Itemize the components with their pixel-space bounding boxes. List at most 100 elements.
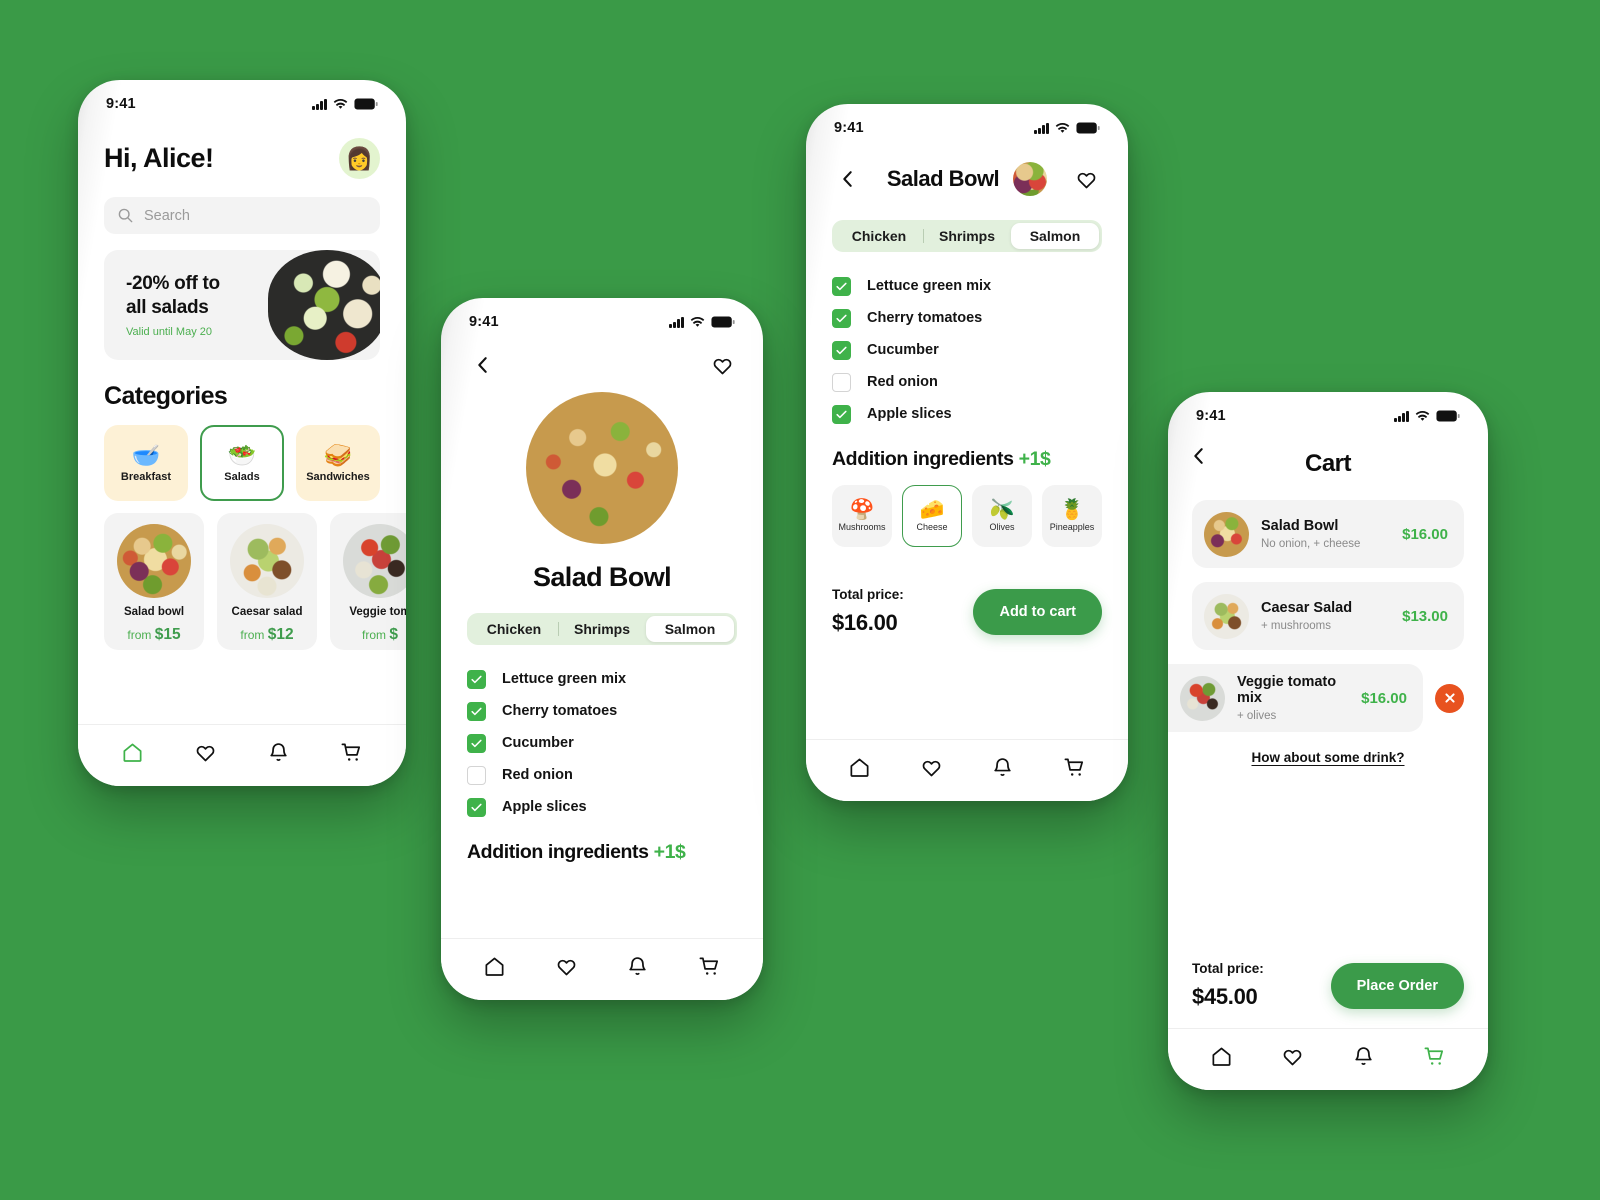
drink-suggestion-link[interactable]: How about some drink?	[1168, 750, 1488, 765]
checkbox-checked[interactable]	[832, 340, 851, 360]
check-icon	[471, 707, 482, 715]
dish-card[interactable]: Salad bowl from $15	[104, 513, 204, 650]
variant-shrimps[interactable]: Shrimps	[923, 223, 1011, 249]
item-image	[1204, 511, 1249, 557]
avatar[interactable]: 👩	[339, 138, 380, 179]
ingredient-label: Red onion	[502, 767, 573, 783]
item-options: + mushrooms	[1261, 620, 1331, 632]
delete-item-button[interactable]	[1435, 683, 1464, 713]
total-label: Total price:	[832, 587, 904, 602]
nav-cart[interactable]	[1423, 1045, 1446, 1068]
status-bar: 9:41	[441, 298, 763, 330]
favorite-button[interactable]	[707, 350, 737, 380]
checkbox-checked[interactable]	[467, 701, 486, 721]
nav-notifications[interactable]	[626, 955, 649, 978]
addition-cheese[interactable]: 🧀 Cheese	[902, 485, 962, 547]
dish-card[interactable]: Veggie tom from $	[330, 513, 406, 650]
nav-notifications[interactable]	[991, 756, 1014, 779]
status-indicators	[312, 98, 378, 110]
addition-pineapples[interactable]: 🍍 Pineapples	[1042, 485, 1102, 547]
check-icon	[836, 314, 847, 322]
status-bar: 9:41	[806, 104, 1128, 136]
cart-item[interactable]: Veggie tomato mix + olives $16.00	[1168, 664, 1423, 732]
addition-olives[interactable]: 🫒 Olives	[972, 485, 1032, 547]
ingredient-row[interactable]: Cucumber	[467, 727, 737, 759]
nav-favorites[interactable]	[194, 741, 217, 764]
back-button[interactable]	[1190, 446, 1207, 471]
variant-shrimps[interactable]: Shrimps	[558, 616, 646, 642]
add-to-cart-button[interactable]: Add to cart	[973, 588, 1102, 635]
cart-content: Cart Salad Bowl No onion, + cheese $16.0…	[1168, 424, 1488, 1028]
category-label: Sandwiches	[306, 470, 370, 483]
nav-favorites[interactable]	[920, 756, 943, 779]
nav-home[interactable]	[848, 756, 871, 779]
variant-chicken[interactable]: Chicken	[470, 616, 558, 642]
wifi-icon	[333, 98, 348, 110]
bottom-nav	[1168, 1028, 1488, 1090]
variant-salmon[interactable]: Salmon	[1011, 223, 1099, 249]
variant-segmented-control: Chicken Shrimps Salmon	[832, 220, 1102, 252]
checkbox-checked[interactable]	[832, 276, 851, 296]
variant-chicken[interactable]: Chicken	[835, 223, 923, 249]
sandwich-icon: 🥪	[323, 441, 353, 468]
phone-detail-screen: 9:41 Salad Bowl Chicken Shrimps Salmon L…	[441, 298, 763, 1000]
screenshot-stage: 9:41 Hi, Alice! 👩 Search -20% off to all…	[0, 0, 1600, 1200]
nav-notifications[interactable]	[1352, 1045, 1375, 1068]
checkbox-checked[interactable]	[467, 669, 486, 689]
nav-favorites[interactable]	[555, 955, 578, 978]
category-sandwiches[interactable]: 🥪 Sandwiches	[296, 425, 380, 501]
nav-home[interactable]	[121, 741, 144, 764]
category-label: Breakfast	[120, 470, 172, 483]
checkbox-unchecked[interactable]	[467, 765, 486, 785]
bottom-nav	[441, 938, 763, 1000]
ingredient-label: Apple slices	[502, 799, 587, 815]
nav-favorites[interactable]	[1281, 1045, 1304, 1068]
place-order-button[interactable]: Place Order	[1330, 962, 1464, 1009]
bottom-nav	[806, 739, 1128, 801]
checkbox-checked[interactable]	[832, 404, 851, 424]
cart-item[interactable]: Salad Bowl No onion, + cheese $16.00	[1192, 500, 1464, 568]
signal-icon	[312, 98, 327, 110]
checkbox-checked[interactable]	[467, 733, 486, 753]
ingredient-row[interactable]: Red onion	[467, 759, 737, 791]
promo-banner[interactable]: -20% off to all salads Valid until May 2…	[104, 250, 380, 360]
nav-notifications[interactable]	[267, 741, 290, 764]
ingredient-label: Lettuce green mix	[867, 278, 992, 294]
ingredient-row[interactable]: Red onion	[832, 366, 1102, 398]
olives-icon: 🫒	[989, 499, 1015, 521]
dish-card[interactable]: Caesar salad from $12	[217, 513, 317, 650]
mushroom-icon: 🍄	[849, 499, 875, 521]
nav-cart[interactable]	[698, 955, 721, 978]
category-salads[interactable]: 🥗 Salads	[200, 425, 284, 501]
cart-footer: Total price: $45.00 Place Order	[1168, 961, 1488, 1028]
title-group: Salad Bowl	[887, 162, 1048, 196]
ingredient-row[interactable]: Cherry tomatoes	[832, 302, 1102, 334]
ingredient-row[interactable]: Lettuce green mix	[467, 663, 737, 695]
ingredient-row[interactable]: Apple slices	[832, 398, 1102, 430]
search-input[interactable]: Search	[104, 197, 380, 234]
battery-icon	[354, 98, 378, 110]
ingredient-row[interactable]: Apple slices	[467, 791, 737, 823]
variant-segmented-control: Chicken Shrimps Salmon	[467, 613, 737, 645]
nav-home[interactable]	[1210, 1045, 1233, 1068]
ingredient-row[interactable]: Lettuce green mix	[832, 270, 1102, 302]
category-breakfast[interactable]: 🥣 Breakfast	[104, 425, 188, 501]
home-screen: Hi, Alice! 👩 Search -20% off to all sala…	[78, 112, 406, 786]
nav-cart[interactable]	[1063, 756, 1086, 779]
cart-item[interactable]: Caesar Salad + mushrooms $13.00	[1192, 582, 1464, 650]
checkbox-unchecked[interactable]	[832, 372, 851, 392]
nav-cart[interactable]	[340, 741, 363, 764]
favorite-button[interactable]	[1072, 164, 1102, 194]
variant-salmon[interactable]: Salmon	[646, 616, 734, 642]
back-button[interactable]	[832, 164, 862, 194]
checkbox-checked[interactable]	[832, 308, 851, 328]
nav-home[interactable]	[483, 955, 506, 978]
signal-icon	[1394, 410, 1409, 422]
ingredient-row[interactable]: Cucumber	[832, 334, 1102, 366]
back-button[interactable]	[467, 350, 497, 380]
addition-mushrooms[interactable]: 🍄 Mushrooms	[832, 485, 892, 547]
ingredient-label: Apple slices	[867, 406, 952, 422]
cart-item-list: Salad Bowl No onion, + cheese $16.00 Cae…	[1168, 500, 1488, 732]
checkbox-checked[interactable]	[467, 797, 486, 817]
ingredient-row[interactable]: Cherry tomatoes	[467, 695, 737, 727]
